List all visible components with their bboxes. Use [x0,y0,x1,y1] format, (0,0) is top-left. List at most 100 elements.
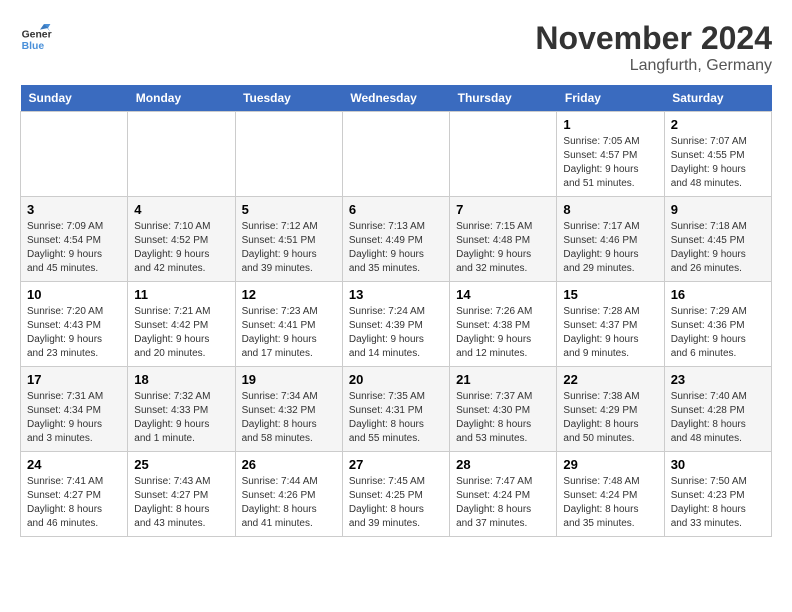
day-number: 29 [563,457,657,472]
day-cell [235,112,342,197]
day-info: Sunrise: 7:34 AM Sunset: 4:32 PM Dayligh… [242,390,336,446]
day-info: Sunrise: 7:18 AM Sunset: 4:45 PM Dayligh… [671,220,765,276]
day-info: Sunrise: 7:43 AM Sunset: 4:27 PM Dayligh… [134,475,228,531]
day-cell: 22 Sunrise: 7:38 AM Sunset: 4:29 PM Dayli… [557,367,664,452]
day-number: 26 [242,457,336,472]
day-cell: 30 Sunrise: 7:50 AM Sunset: 4:23 PM Dayli… [664,452,771,537]
day-cell: 8 Sunrise: 7:17 AM Sunset: 4:46 PM Daylig… [557,197,664,282]
day-info: Sunrise: 7:35 AM Sunset: 4:31 PM Dayligh… [349,390,443,446]
day-info: Sunrise: 7:24 AM Sunset: 4:39 PM Dayligh… [349,305,443,361]
day-number: 7 [456,202,550,217]
day-number: 2 [671,117,765,132]
day-info: Sunrise: 7:12 AM Sunset: 4:51 PM Dayligh… [242,220,336,276]
day-cell: 13 Sunrise: 7:24 AM Sunset: 4:39 PM Dayli… [342,282,449,367]
day-info: Sunrise: 7:37 AM Sunset: 4:30 PM Dayligh… [456,390,550,446]
day-number: 15 [563,287,657,302]
day-number: 22 [563,372,657,387]
weekday-header-friday: Friday [557,85,664,112]
day-info: Sunrise: 7:10 AM Sunset: 4:52 PM Dayligh… [134,220,228,276]
day-cell: 23 Sunrise: 7:40 AM Sunset: 4:28 PM Dayli… [664,367,771,452]
day-number: 28 [456,457,550,472]
day-number: 23 [671,372,765,387]
day-number: 1 [563,117,657,132]
day-info: Sunrise: 7:38 AM Sunset: 4:29 PM Dayligh… [563,390,657,446]
day-cell: 7 Sunrise: 7:15 AM Sunset: 4:48 PM Daylig… [450,197,557,282]
day-info: Sunrise: 7:47 AM Sunset: 4:24 PM Dayligh… [456,475,550,531]
day-cell: 3 Sunrise: 7:09 AM Sunset: 4:54 PM Daylig… [21,197,128,282]
day-number: 16 [671,287,765,302]
day-info: Sunrise: 7:31 AM Sunset: 4:34 PM Dayligh… [27,390,121,446]
day-info: Sunrise: 7:28 AM Sunset: 4:37 PM Dayligh… [563,305,657,361]
day-number: 24 [27,457,121,472]
day-cell: 1 Sunrise: 7:05 AM Sunset: 4:57 PM Daylig… [557,112,664,197]
location: Langfurth, Germany [535,57,772,75]
day-info: Sunrise: 7:09 AM Sunset: 4:54 PM Dayligh… [27,220,121,276]
day-number: 8 [563,202,657,217]
weekday-header-row: SundayMondayTuesdayWednesdayThursdayFrid… [21,85,772,112]
day-number: 6 [349,202,443,217]
day-cell: 24 Sunrise: 7:41 AM Sunset: 4:27 PM Dayli… [21,452,128,537]
day-cell: 17 Sunrise: 7:31 AM Sunset: 4:34 PM Dayli… [21,367,128,452]
day-number: 20 [349,372,443,387]
day-cell: 9 Sunrise: 7:18 AM Sunset: 4:45 PM Daylig… [664,197,771,282]
weekday-header-saturday: Saturday [664,85,771,112]
title-block: November 2024 Langfurth, Germany [535,20,772,75]
day-cell: 21 Sunrise: 7:37 AM Sunset: 4:30 PM Dayli… [450,367,557,452]
day-cell: 18Sunrise: 7:32 AM Sunset: 4:33 PM Dayli… [128,367,235,452]
day-cell [450,112,557,197]
day-info: Sunrise: 7:15 AM Sunset: 4:48 PM Dayligh… [456,220,550,276]
svg-text:Blue: Blue [22,41,45,52]
day-number: 17 [27,372,121,387]
day-number: 4 [134,202,228,217]
day-cell: 4 Sunrise: 7:10 AM Sunset: 4:52 PM Daylig… [128,197,235,282]
day-cell [128,112,235,197]
day-number: 10 [27,287,121,302]
logo-icon: General Blue [20,20,52,52]
day-cell: 2 Sunrise: 7:07 AM Sunset: 4:55 PM Daylig… [664,112,771,197]
day-cell [21,112,128,197]
day-info: Sunrise: 7:26 AM Sunset: 4:38 PM Dayligh… [456,305,550,361]
day-info: Sunrise: 7:23 AM Sunset: 4:41 PM Dayligh… [242,305,336,361]
day-info: Sunrise: 7:40 AM Sunset: 4:28 PM Dayligh… [671,390,765,446]
day-number: 9 [671,202,765,217]
day-cell: 25 Sunrise: 7:43 AM Sunset: 4:27 PM Dayli… [128,452,235,537]
day-cell: 11 Sunrise: 7:21 AM Sunset: 4:42 PM Dayli… [128,282,235,367]
day-info: Sunrise: 7:29 AM Sunset: 4:36 PM Dayligh… [671,305,765,361]
day-info: Sunrise: 7:07 AM Sunset: 4:55 PM Dayligh… [671,135,765,191]
page-header: General Blue November 2024 Langfurth, Ge… [20,20,772,75]
day-cell: 6 Sunrise: 7:13 AM Sunset: 4:49 PM Daylig… [342,197,449,282]
day-cell: 28 Sunrise: 7:47 AM Sunset: 4:24 PM Dayli… [450,452,557,537]
calendar-table: SundayMondayTuesdayWednesdayThursdayFrid… [20,85,772,537]
day-info: Sunrise: 7:13 AM Sunset: 4:49 PM Dayligh… [349,220,443,276]
day-info: Sunrise: 7:50 AM Sunset: 4:23 PM Dayligh… [671,475,765,531]
day-cell: 14Sunrise: 7:26 AM Sunset: 4:38 PM Dayli… [450,282,557,367]
day-info: Sunrise: 7:21 AM Sunset: 4:42 PM Dayligh… [134,305,228,361]
day-number: 25 [134,457,228,472]
day-number: 18 [134,372,228,387]
day-cell: 26Sunrise: 7:44 AM Sunset: 4:26 PM Dayli… [235,452,342,537]
day-info: Sunrise: 7:17 AM Sunset: 4:46 PM Dayligh… [563,220,657,276]
day-cell: 10Sunrise: 7:20 AM Sunset: 4:43 PM Dayli… [21,282,128,367]
day-info: Sunrise: 7:05 AM Sunset: 4:57 PM Dayligh… [563,135,657,191]
day-number: 13 [349,287,443,302]
day-cell: 12 Sunrise: 7:23 AM Sunset: 4:41 PM Dayli… [235,282,342,367]
day-cell: 16 Sunrise: 7:29 AM Sunset: 4:36 PM Dayli… [664,282,771,367]
weekday-header-sunday: Sunday [21,85,128,112]
weekday-header-monday: Monday [128,85,235,112]
day-number: 21 [456,372,550,387]
day-number: 3 [27,202,121,217]
day-number: 19 [242,372,336,387]
day-cell: 27Sunrise: 7:45 AM Sunset: 4:25 PM Dayli… [342,452,449,537]
day-info: Sunrise: 7:48 AM Sunset: 4:24 PM Dayligh… [563,475,657,531]
day-number: 5 [242,202,336,217]
day-info: Sunrise: 7:45 AM Sunset: 4:25 PM Dayligh… [349,475,443,531]
day-cell [342,112,449,197]
day-info: Sunrise: 7:41 AM Sunset: 4:27 PM Dayligh… [27,475,121,531]
day-number: 30 [671,457,765,472]
svg-text:General: General [22,30,52,41]
day-number: 11 [134,287,228,302]
day-cell: 29 Sunrise: 7:48 AM Sunset: 4:24 PM Dayli… [557,452,664,537]
day-cell: 15 Sunrise: 7:28 AM Sunset: 4:37 PM Dayli… [557,282,664,367]
day-number: 12 [242,287,336,302]
day-cell: 20 Sunrise: 7:35 AM Sunset: 4:31 PM Dayli… [342,367,449,452]
